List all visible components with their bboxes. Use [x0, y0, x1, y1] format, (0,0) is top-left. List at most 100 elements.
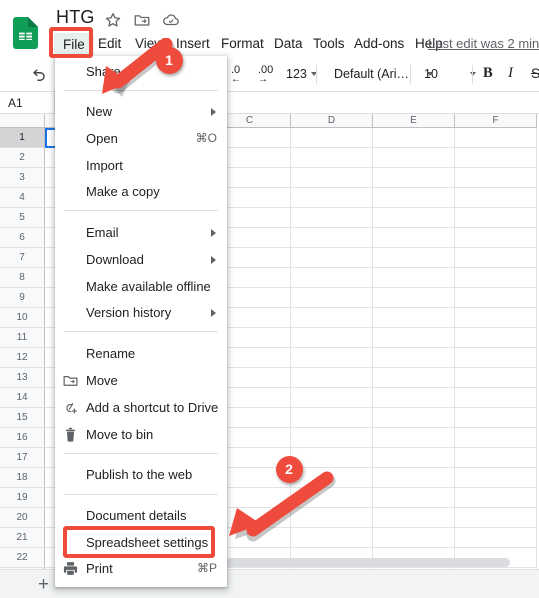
- row-header-7[interactable]: 7: [0, 248, 45, 268]
- cell-F3[interactable]: [455, 168, 537, 188]
- cell-F16[interactable]: [455, 428, 537, 448]
- cell-D20[interactable]: [291, 508, 373, 528]
- menu-item-spreadsheet-settings[interactable]: Spreadsheet settings: [55, 528, 227, 557]
- star-icon[interactable]: [104, 11, 122, 29]
- cell-D17[interactable]: [291, 448, 373, 468]
- row-header-20[interactable]: 20: [0, 508, 45, 528]
- increase-decimal-button[interactable]: .00 →: [258, 65, 273, 85]
- menu-item-move[interactable]: Move: [55, 366, 227, 395]
- cell-F14[interactable]: [455, 388, 537, 408]
- cell-E2[interactable]: [373, 148, 455, 168]
- cell-D12[interactable]: [291, 348, 373, 368]
- last-edit-status[interactable]: Last edit was 2 minut: [428, 31, 539, 57]
- cell-E6[interactable]: [373, 228, 455, 248]
- cell-F17[interactable]: [455, 448, 537, 468]
- undo-icon[interactable]: [29, 66, 47, 84]
- row-header-18[interactable]: 18: [0, 468, 45, 488]
- select-all-corner[interactable]: [0, 114, 45, 128]
- menu-file[interactable]: File: [54, 33, 94, 56]
- menu-format[interactable]: Format: [219, 31, 266, 57]
- menu-item-open[interactable]: Open ⌘O: [55, 124, 227, 153]
- cell-E3[interactable]: [373, 168, 455, 188]
- cell-F1[interactable]: [455, 128, 537, 148]
- file-menu-dropdown[interactable]: Share New Open ⌘O Import Make a copy Email Down…: [55, 56, 227, 587]
- column-header-E[interactable]: E: [373, 114, 455, 128]
- cell-D16[interactable]: [291, 428, 373, 448]
- menu-tools[interactable]: Tools: [311, 31, 347, 57]
- menu-item-share[interactable]: Share: [55, 57, 227, 86]
- row-header-11[interactable]: 11: [0, 328, 45, 348]
- cell-F7[interactable]: [455, 248, 537, 268]
- menu-add-ons[interactable]: Add-ons: [352, 31, 406, 57]
- row-header-3[interactable]: 3: [0, 168, 45, 188]
- cell-E5[interactable]: [373, 208, 455, 228]
- row-header-2[interactable]: 2: [0, 148, 45, 168]
- cell-D15[interactable]: [291, 408, 373, 428]
- cell-E13[interactable]: [373, 368, 455, 388]
- cell-F2[interactable]: [455, 148, 537, 168]
- cell-F13[interactable]: [455, 368, 537, 388]
- cell-E19[interactable]: [373, 488, 455, 508]
- move-to-folder-icon[interactable]: [133, 11, 151, 29]
- cell-D18[interactable]: [291, 468, 373, 488]
- cell-E1[interactable]: [373, 128, 455, 148]
- cell-F20[interactable]: [455, 508, 537, 528]
- cell-D14[interactable]: [291, 388, 373, 408]
- cell-E8[interactable]: [373, 268, 455, 288]
- cell-D8[interactable]: [291, 268, 373, 288]
- cell-E16[interactable]: [373, 428, 455, 448]
- row-header-1[interactable]: 1: [0, 128, 45, 148]
- cell-F11[interactable]: [455, 328, 537, 348]
- cell-D6[interactable]: [291, 228, 373, 248]
- row-header-6[interactable]: 6: [0, 228, 45, 248]
- menu-item-version-history[interactable]: Version history: [55, 298, 227, 327]
- decrease-decimal-button[interactable]: .0 ←: [231, 65, 241, 85]
- cell-F15[interactable]: [455, 408, 537, 428]
- row-header-13[interactable]: 13: [0, 368, 45, 388]
- menu-edit[interactable]: Edit: [96, 31, 123, 57]
- cell-D7[interactable]: [291, 248, 373, 268]
- cell-E11[interactable]: [373, 328, 455, 348]
- row-header-5[interactable]: 5: [0, 208, 45, 228]
- horizontal-scrollbar[interactable]: [225, 558, 510, 567]
- row-header-10[interactable]: 10: [0, 308, 45, 328]
- cell-F10[interactable]: [455, 308, 537, 328]
- cell-D1[interactable]: [291, 128, 373, 148]
- cell-E18[interactable]: [373, 468, 455, 488]
- cell-E10[interactable]: [373, 308, 455, 328]
- column-header-F[interactable]: F: [455, 114, 537, 128]
- cell-F8[interactable]: [455, 268, 537, 288]
- column-header-D[interactable]: D: [291, 114, 373, 128]
- add-sheet-button[interactable]: +: [38, 575, 49, 594]
- menu-item-import[interactable]: Import: [55, 151, 227, 180]
- menu-item-rename[interactable]: Rename: [55, 339, 227, 368]
- cell-F18[interactable]: [455, 468, 537, 488]
- menu-item-document-details[interactable]: Document details: [55, 501, 227, 530]
- row-header-15[interactable]: 15: [0, 408, 45, 428]
- cell-D5[interactable]: [291, 208, 373, 228]
- font-size-select[interactable]: 10: [424, 67, 477, 81]
- cell-F6[interactable]: [455, 228, 537, 248]
- cell-D4[interactable]: [291, 188, 373, 208]
- cloud-saved-icon[interactable]: [162, 11, 180, 29]
- cell-E14[interactable]: [373, 388, 455, 408]
- cell-E12[interactable]: [373, 348, 455, 368]
- strikethrough-button[interactable]: S: [531, 65, 539, 81]
- row-header-16[interactable]: 16: [0, 428, 45, 448]
- menu-data[interactable]: Data: [272, 31, 305, 57]
- cell-D10[interactable]: [291, 308, 373, 328]
- font-family-select[interactable]: Default (Ari…: [334, 67, 433, 81]
- menu-item-print[interactable]: Print ⌘P: [55, 554, 227, 583]
- cell-D21[interactable]: [291, 528, 373, 548]
- row-header-19[interactable]: 19: [0, 488, 45, 508]
- cell-D11[interactable]: [291, 328, 373, 348]
- row-header-12[interactable]: 12: [0, 348, 45, 368]
- cell-D3[interactable]: [291, 168, 373, 188]
- menu-item-email[interactable]: Email: [55, 218, 227, 247]
- bold-button[interactable]: B: [483, 65, 493, 82]
- row-header-21[interactable]: 21: [0, 528, 45, 548]
- cell-F4[interactable]: [455, 188, 537, 208]
- cell-E7[interactable]: [373, 248, 455, 268]
- menu-item-publish-to-the-web[interactable]: Publish to the web: [55, 460, 227, 489]
- cell-E15[interactable]: [373, 408, 455, 428]
